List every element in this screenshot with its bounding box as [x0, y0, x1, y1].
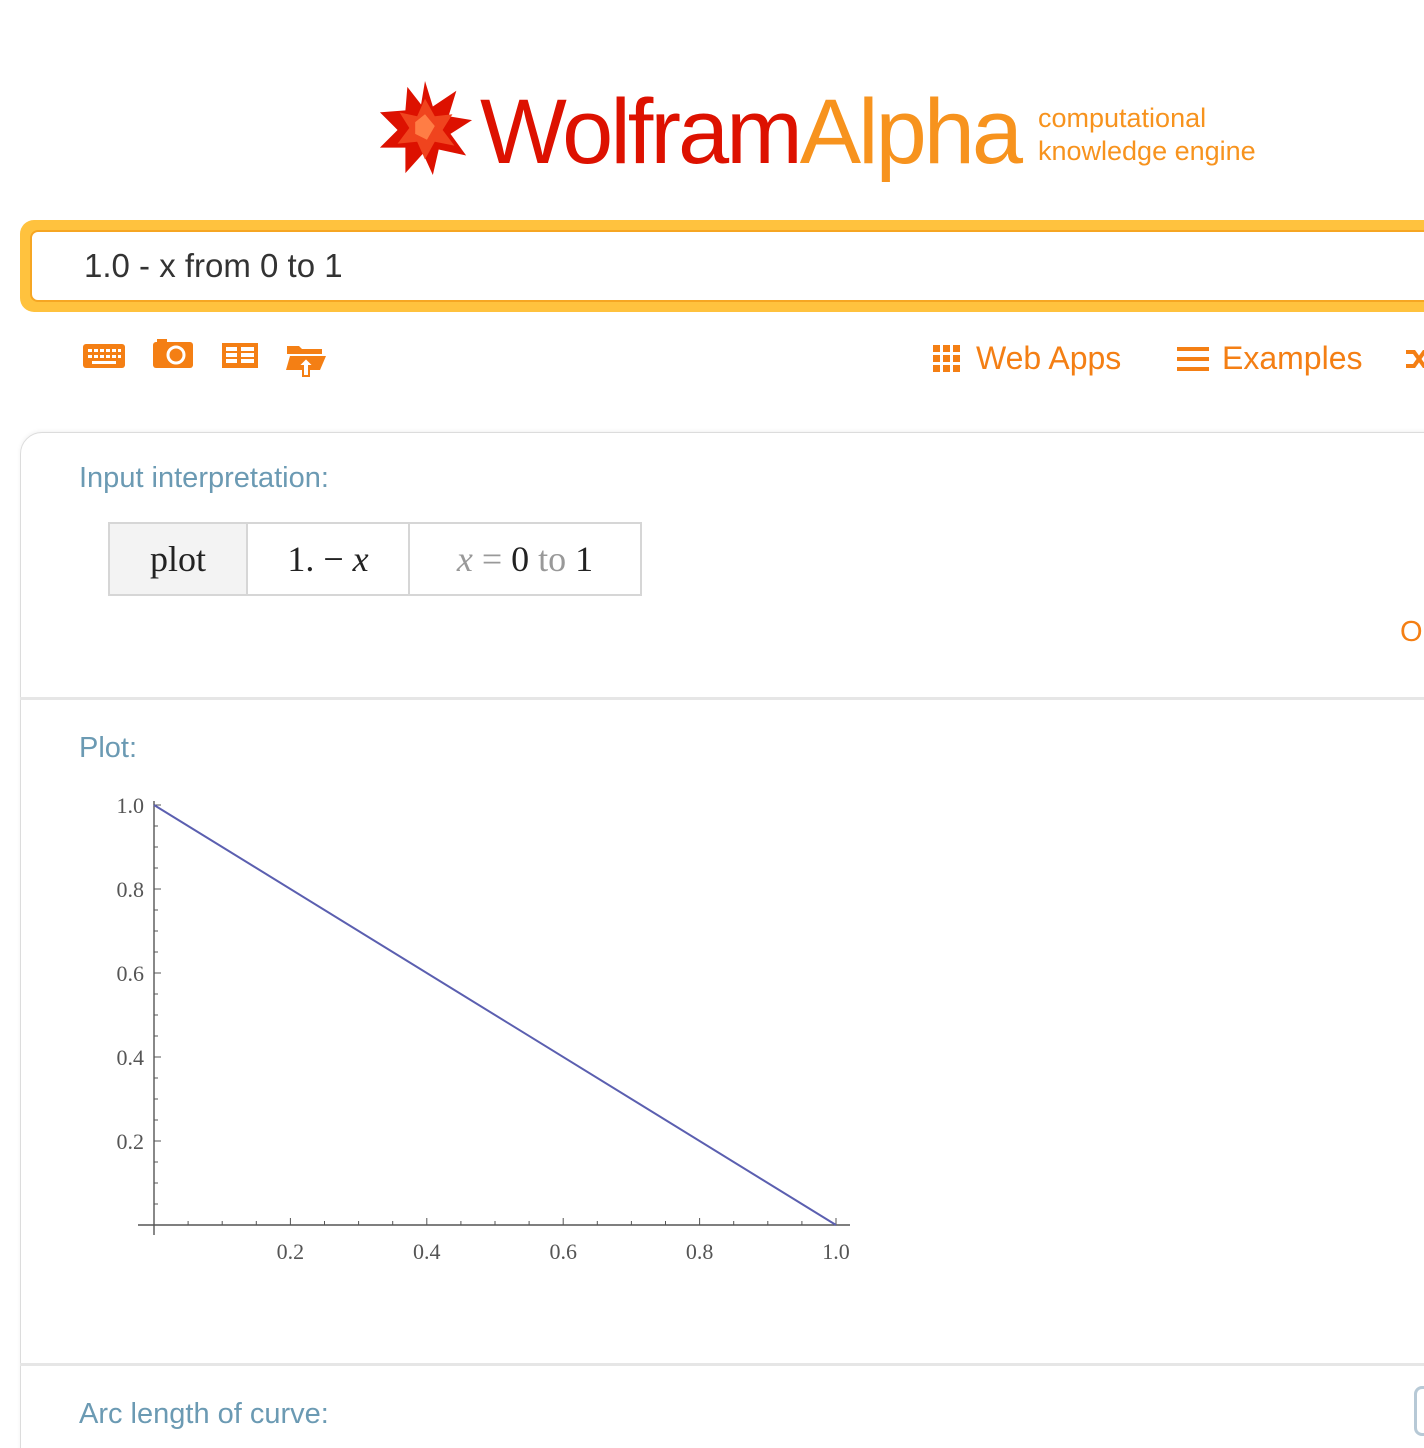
interp-expression-cell: 1. − x: [248, 524, 410, 594]
plot-chart: 0.2 0.4 0.6 0.8 1.0 0.2 0.4 0.6 0.8 1.0: [117, 793, 850, 1264]
grid-icon: [933, 345, 960, 372]
interp-range-cell: x = 0 to 1: [410, 524, 640, 594]
x-tick-label: 0.6: [549, 1239, 577, 1264]
shuffle-icon: [1406, 350, 1424, 368]
wolfram-alpha-page: WolframAlpha computational knowledge eng…: [0, 0, 1424, 1448]
wolfram-spikey-icon: [379, 80, 473, 176]
logo-wordmark: WolframAlpha: [480, 81, 1023, 183]
pod-divider: [20, 1363, 1424, 1366]
examples-link[interactable]: Examples: [1176, 336, 1376, 380]
interp-expr-number: 1. −: [287, 539, 344, 579]
y-tick-label: 0.4: [117, 1045, 145, 1070]
random-link[interactable]: [1404, 336, 1424, 380]
tagline-line-1: computational: [1038, 103, 1207, 133]
y-tick-label: 1.0: [117, 793, 145, 818]
interp-range-var: x: [456, 539, 473, 579]
y-tick-label: 0.8: [117, 877, 145, 902]
more-button[interactable]: [1414, 1386, 1424, 1436]
logo-wordmark-alpha: Alpha: [799, 81, 1023, 183]
interp-command-cell: plot: [110, 524, 248, 594]
y-tick-label: 0.6: [117, 961, 145, 986]
search-input-value[interactable]: 1.0 - x from 0 to 1: [84, 246, 343, 286]
series-line: [153, 804, 837, 1226]
file-upload-icon[interactable]: [284, 336, 328, 377]
tagline-line-2: knowledge engine: [1038, 136, 1256, 166]
input-interpretation-title: Input interpretation:: [79, 462, 329, 494]
arc-length-title: Arc length of curve:: [79, 1398, 329, 1430]
web-apps-label[interactable]: Web Apps: [976, 336, 1121, 380]
interp-expr-var: x: [352, 539, 369, 579]
x-tick-label: 0.2: [277, 1239, 305, 1264]
logo-wordmark-wolfram: Wolfram: [480, 81, 803, 183]
open-code-link[interactable]: Op: [1400, 614, 1424, 650]
y-tick-label: 0.2: [117, 1129, 145, 1154]
x-tick-label: 1.0: [822, 1239, 850, 1264]
camera-icon[interactable]: [152, 336, 194, 376]
interp-range-eq: =: [472, 539, 512, 579]
menu-icon: [1177, 347, 1209, 371]
plot-title: Plot:: [79, 732, 138, 764]
logo-tagline: computational knowledge engine: [1038, 102, 1256, 168]
web-apps-link[interactable]: Web Apps: [932, 336, 1132, 380]
examples-label[interactable]: Examples: [1222, 336, 1363, 380]
pod-divider: [20, 697, 1424, 700]
interp-range-to: 1: [575, 539, 594, 579]
interp-range-to-word: to: [529, 539, 576, 579]
interp-range-from: 0: [511, 539, 530, 579]
x-tick-label: 0.8: [686, 1239, 714, 1264]
table-icon[interactable]: [220, 336, 260, 376]
x-tick-label: 0.4: [413, 1239, 441, 1264]
input-interpretation-table: plot 1. − x x = 0 to 1: [108, 522, 642, 596]
interp-command: plot: [149, 539, 206, 579]
keyboard-icon[interactable]: [82, 336, 126, 376]
